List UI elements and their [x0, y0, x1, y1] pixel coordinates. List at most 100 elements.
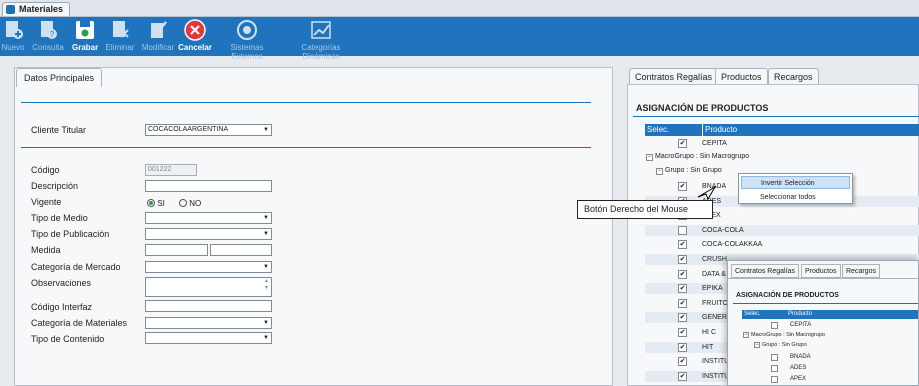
row-checkbox[interactable]: ✔ [678, 371, 687, 381]
delete-button[interactable]: Eliminar [105, 19, 135, 52]
inset-tab-contratos[interactable]: Contratos Regalías [731, 264, 799, 278]
inset-checkbox[interactable] [771, 365, 778, 372]
collapse-icon[interactable]: − [646, 154, 653, 161]
save-button[interactable]: Grabar [72, 19, 98, 52]
inset-col-producto: Producto [788, 311, 813, 317]
title-bar: Materiales [0, 0, 919, 17]
inset-row[interactable]: ADES [742, 363, 918, 373]
measure-field-1[interactable] [145, 244, 208, 256]
material-category-select[interactable] [145, 317, 272, 329]
collapse-icon[interactable]: − [656, 168, 663, 175]
new-button[interactable]: Nuevo [1, 19, 25, 52]
tab-datos-principales[interactable]: Datos Principales [16, 68, 103, 87]
macro-group-label: MacroGrupo : Sin Macrogrupo [655, 153, 750, 160]
cancel-button[interactable]: Cancelar [178, 19, 212, 52]
cancel-label: Cancelar [178, 43, 212, 52]
row-checkbox[interactable]: ✔ [678, 255, 687, 264]
dynamic-categories-button[interactable]: Categorías Dinámicas [284, 19, 358, 61]
menu-item-invert[interactable]: Invertir Selección [741, 176, 850, 189]
inset-tab-productos[interactable]: Productos [801, 264, 841, 278]
measure-label: Medida [31, 245, 61, 255]
row-checkbox[interactable]: ✔ [678, 342, 687, 352]
window-tab[interactable]: Materiales [2, 2, 71, 16]
section-divider [21, 147, 591, 148]
macro-group-row[interactable]: − MacroGrupo : Sin Macrogrupo [646, 153, 749, 161]
content-type-select[interactable] [145, 332, 272, 344]
inset-grid-header: Selec. Producto [742, 310, 918, 319]
mouse-cursor-icon [697, 186, 717, 200]
vigente-label: Vigente [31, 197, 62, 207]
row-checkbox[interactable]: ✔ [678, 269, 687, 279]
media-type-label: Tipo de Medio [31, 213, 88, 223]
code-field[interactable]: 001222 [145, 164, 197, 176]
inset-row[interactable]: APEX [742, 374, 918, 384]
row-checkbox[interactable]: ✔ [678, 313, 687, 323]
toolbar: Nuevo ? Consulta Grabar Eliminar Modific… [0, 17, 919, 61]
row-checkbox[interactable]: ✔ [678, 182, 687, 191]
interface-code-label: Código Interfaz [31, 302, 93, 312]
media-type-select[interactable] [145, 212, 272, 224]
inset-product-name: ADES [790, 365, 807, 371]
external-systems-icon [237, 20, 257, 40]
inset-row[interactable]: CEPITA [742, 320, 918, 330]
table-row[interactable]: COCA-COLA [645, 224, 919, 236]
tab-contratos-regalias[interactable]: Contratos Regalías [629, 68, 719, 85]
row-checkbox[interactable]: ✔ [678, 298, 687, 308]
inset-macro-group-label: MacroGrupo : Sin Macrogrupo [751, 332, 825, 338]
row-checkbox[interactable]: ✔ [678, 139, 687, 148]
market-category-label: Categoría de Mercado [31, 262, 121, 272]
observations-textarea[interactable]: ▲ ▼ [145, 277, 272, 297]
table-row[interactable]: ✔ CEPITA [645, 138, 919, 149]
row-checkbox[interactable]: ✔ [678, 328, 687, 337]
group-row[interactable]: − Grupo : Sin Grupo [656, 167, 722, 175]
radio-no[interactable] [179, 199, 188, 207]
row-checkbox[interactable]: ✔ [678, 357, 687, 367]
product-name: COCA-COLAKKAA [702, 241, 763, 249]
products-grid-header: Selec. Producto [645, 124, 919, 136]
interface-code-field[interactable] [145, 300, 272, 312]
inset-group[interactable]: − Grupo : Sin Grupo [754, 342, 807, 348]
product-name: CRUSH [702, 256, 727, 263]
measure-field-2[interactable] [210, 244, 272, 256]
modify-button[interactable]: Modificar [141, 19, 175, 52]
col-selec: Selec. [647, 125, 670, 134]
scroll-arrows-icon[interactable]: ▲ ▼ [264, 278, 269, 292]
description-field[interactable] [145, 180, 272, 192]
row-checkbox[interactable]: ✔ [678, 240, 687, 250]
client-label: Cliente Titular [31, 125, 87, 135]
delete-label: Eliminar [105, 43, 135, 52]
inset-macro-group[interactable]: − MacroGrupo : Sin Macrogrupo [743, 332, 825, 338]
radio-si-label: SI [157, 199, 165, 208]
inset-checkbox[interactable] [771, 354, 778, 361]
collapse-icon[interactable]: − [743, 332, 749, 338]
inset-product-name: APEX [790, 376, 807, 382]
modify-label: Modificar [141, 43, 175, 52]
content-type-label: Tipo de Contenido [31, 334, 105, 344]
tooltip: Botón Derecho del Mouse [577, 200, 713, 219]
product-name: HIT [702, 343, 714, 351]
row-checkbox[interactable] [678, 225, 687, 235]
external-systems-button[interactable]: Sistemas Externos [215, 19, 279, 61]
code-label: Código [31, 165, 60, 175]
product-name: HI C [702, 329, 716, 336]
inset-tab-recargos[interactable]: Recargos [842, 264, 880, 278]
query-doc-icon: ? [41, 21, 57, 39]
products-section-title: ASIGNACIÓN DE PRODUCTOS [636, 103, 769, 113]
collapse-icon[interactable]: − [754, 342, 760, 348]
inset-checkbox[interactable] [771, 322, 778, 329]
table-row[interactable]: ✔ COCA-COLAKKAA [645, 239, 919, 250]
publication-type-select[interactable] [145, 228, 272, 240]
inset-checkbox[interactable] [771, 376, 778, 383]
menu-item-select-all[interactable]: Seleccionar todos [741, 191, 850, 204]
inset-section-title: ASIGNACIÓN DE PRODUCTOS [736, 292, 839, 299]
row-checkbox[interactable]: ✔ [678, 284, 687, 294]
query-button[interactable]: ? Consulta [31, 19, 65, 52]
client-select[interactable]: COCACOLAARGENTINA [145, 124, 272, 136]
tab-recargos[interactable]: Recargos [768, 68, 819, 85]
window-title: Materiales [19, 4, 64, 14]
save-label: Grabar [72, 43, 99, 52]
save-icon [76, 21, 94, 39]
market-category-select[interactable] [145, 261, 272, 273]
inset-row[interactable]: BNADA [742, 352, 918, 362]
radio-si[interactable] [147, 199, 155, 207]
